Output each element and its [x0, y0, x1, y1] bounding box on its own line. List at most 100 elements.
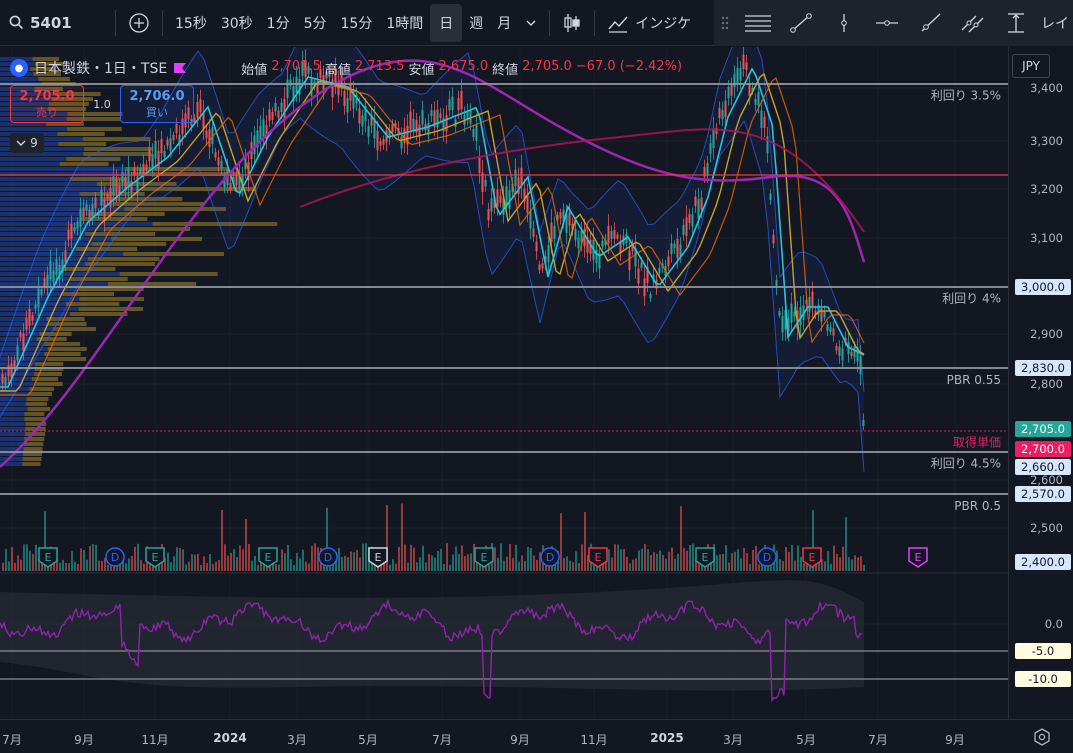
compare-button[interactable]: [121, 0, 157, 46]
profile-bar: [57, 132, 105, 136]
volume-bar: [167, 552, 169, 571]
symbol-search[interactable]: 5401: [0, 0, 110, 46]
candle-body: [268, 109, 271, 121]
candle-body: [214, 152, 217, 158]
volume-bar: [359, 557, 361, 571]
candle-body: [577, 237, 580, 249]
event-letter: D: [546, 551, 554, 564]
price-axis[interactable]: 3,400 3,300 3,200 3,100 3,000.0 2,900 2,…: [1008, 47, 1073, 719]
volume-bar: [293, 564, 295, 571]
buy-button[interactable]: 2,706.0 買い: [120, 85, 194, 123]
layout-menu[interactable]: レイ: [1037, 0, 1069, 46]
volume-bar: [800, 556, 802, 571]
chart-type-button[interactable]: [555, 0, 589, 46]
profile-bar: [0, 422, 26, 426]
gear-icon[interactable]: [1033, 728, 1051, 746]
measure-tool[interactable]: [994, 0, 1037, 46]
price-chart[interactable]: EDEEDEEDEEDEE: [0, 47, 1008, 719]
volume-bar: [722, 554, 724, 571]
volume-bar: [65, 563, 67, 571]
indicators-button[interactable]: インジケ: [600, 0, 698, 46]
candle-body: [538, 264, 541, 271]
interval-5[interactable]: 1時間: [379, 0, 430, 46]
horizontal-ray-tool[interactable]: [865, 0, 908, 46]
indicators-collapse-button[interactable]: 9: [10, 133, 44, 153]
candle-body: [781, 316, 784, 333]
horizontal-line-icon: [875, 20, 898, 26]
volume-bar: [860, 556, 862, 571]
candle-body: [739, 68, 742, 81]
interval-2[interactable]: 1分: [260, 0, 297, 46]
event-marker: D: [105, 547, 125, 567]
candle-body: [310, 78, 313, 96]
profile-bar: [0, 127, 67, 131]
event-marker: D: [318, 547, 338, 567]
volume-bar: [680, 506, 682, 571]
interval-6[interactable]: 日: [430, 3, 463, 42]
close-value: 2,705.0: [522, 58, 572, 74]
volume-bar: [752, 550, 754, 571]
event-letter: E: [375, 551, 382, 564]
profile-bar: [27, 407, 51, 411]
candle-body: [829, 327, 832, 332]
ray-tool[interactable]: [908, 0, 951, 46]
currency-selector[interactable]: JPY: [1012, 54, 1050, 78]
interval-dropdown[interactable]: [518, 0, 544, 46]
sell-button[interactable]: 2,705.0 売り: [10, 85, 84, 123]
trend-line-icon: [789, 13, 812, 33]
legend-title[interactable]: 日本製鉄・1日・TSE: [34, 58, 167, 78]
volume-bar: [716, 555, 718, 571]
profile-bar: [34, 362, 64, 366]
interval-7[interactable]: 週: [462, 0, 490, 46]
candle-body: [421, 110, 424, 125]
divider: [594, 9, 596, 36]
volume-bar: [653, 552, 655, 571]
candle-body: [535, 241, 538, 252]
interval-3[interactable]: 5分: [297, 0, 334, 46]
buy-label: 買い: [146, 106, 168, 119]
candle-body: [121, 172, 124, 183]
candle-body: [220, 160, 223, 169]
candle-body: [754, 98, 757, 105]
interval-1[interactable]: 30秒: [214, 0, 260, 46]
time-axis[interactable]: 7月 9月 11月 2024 3月 5月 7月 9月 11月 2025 3月 5月 7月 9月: [0, 719, 1073, 753]
candle-body: [280, 102, 283, 113]
trend-line-tool[interactable]: [779, 0, 822, 46]
tick-2900: 2,900: [1030, 327, 1063, 341]
candle-body: [475, 124, 478, 141]
interval-0[interactable]: 15秒: [168, 0, 214, 46]
candle-body: [526, 194, 529, 214]
candle-body: [94, 197, 97, 208]
volume-bar: [677, 553, 679, 571]
volume-bar: [611, 557, 613, 571]
candle-body: [367, 126, 370, 137]
profile-bar: [0, 157, 67, 161]
parallel-channel-tool[interactable]: [951, 0, 994, 46]
volume-bar: [671, 547, 673, 571]
volume-bar: [281, 549, 283, 571]
interval-8[interactable]: 月: [490, 0, 518, 46]
horizontal-lines-tool[interactable]: [736, 0, 779, 46]
candle-body: [196, 101, 199, 118]
volume-bar: [845, 517, 847, 571]
candle-body: [175, 123, 178, 134]
volume-bar: [842, 546, 844, 571]
volume-bar: [344, 555, 346, 571]
event-marker: D: [540, 547, 560, 567]
candle-body: [766, 136, 769, 154]
drag-handle-icon[interactable]: [714, 0, 736, 46]
drawing-toolbar: レイ: [714, 0, 1073, 46]
candle-body: [724, 100, 727, 118]
volume-bar: [341, 557, 343, 571]
interval-4[interactable]: 15分: [334, 0, 380, 46]
tick-3100: 3,100: [1030, 231, 1063, 245]
volume-bar: [431, 555, 433, 571]
flag-icon[interactable]: [173, 62, 187, 74]
vertical-line-tool[interactable]: [822, 0, 865, 46]
candle-body: [76, 221, 79, 229]
candle-body: [763, 116, 766, 128]
event-letter: E: [152, 551, 159, 564]
profile-bar: [23, 442, 44, 446]
candle-body: [685, 217, 688, 236]
volume-bar: [785, 547, 787, 571]
